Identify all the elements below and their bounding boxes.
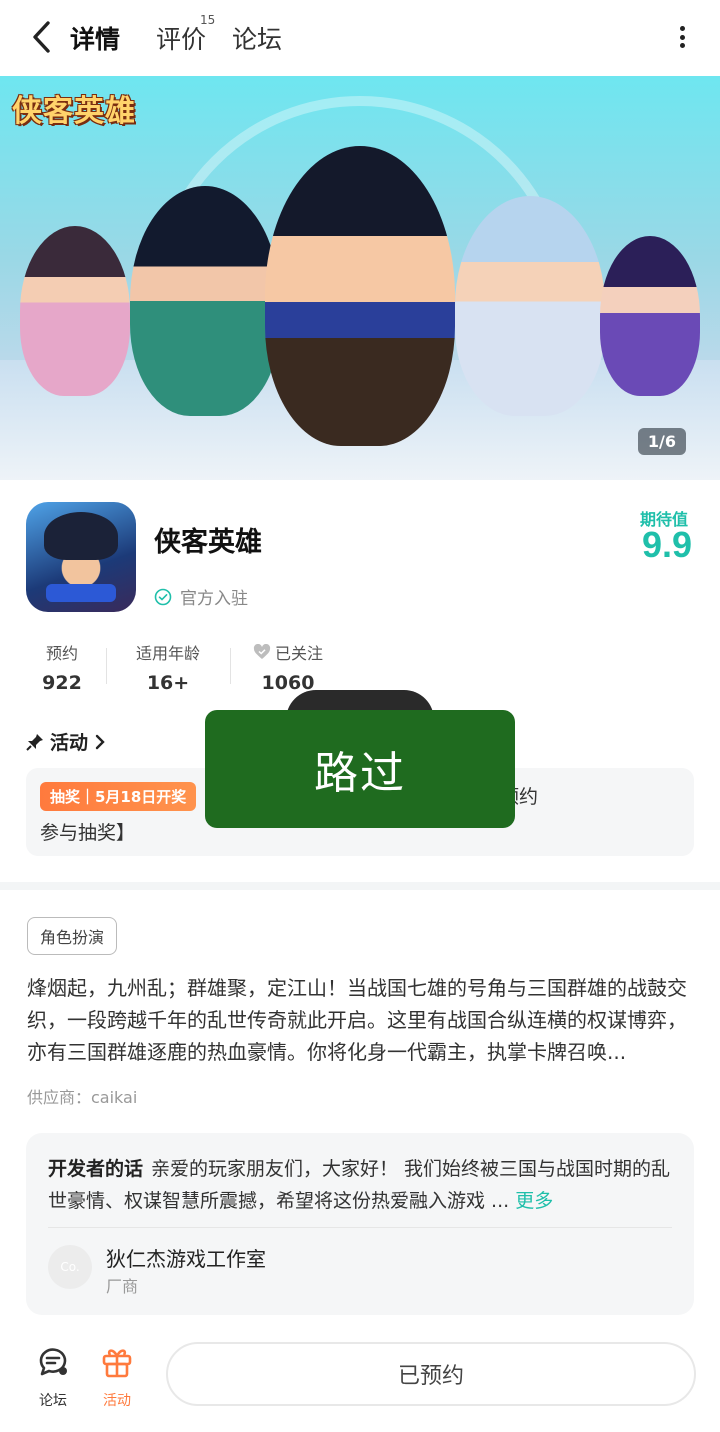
tab-forum[interactable]: 论坛: [232, 20, 282, 56]
lottery-badge: 抽奖｜5月18日开奖: [40, 782, 197, 811]
activity-section-title[interactable]: 活动: [26, 728, 106, 755]
verified-check-icon: [154, 588, 172, 605]
more-link[interactable]: 更多: [515, 1190, 553, 1212]
more-options-icon[interactable]: [672, 22, 692, 52]
stat-label: 适用年龄: [135, 644, 200, 663]
tab-reviews-label: 评价: [156, 25, 207, 54]
genre-tag[interactable]: 角色扮演: [27, 917, 118, 955]
hero-character-2: [130, 186, 280, 416]
developer-role: 厂商: [106, 1277, 139, 1296]
stat-reservations: 预约 922: [28, 640, 96, 694]
stat-divider: [106, 648, 107, 684]
game-logo-text: 侠客英雄: [12, 94, 136, 129]
activity-title-label: 活动: [50, 732, 89, 754]
toast-message: 路过: [205, 710, 515, 828]
bottom-forum-button[interactable]: 论坛: [28, 1344, 78, 1410]
official-label: 官方入驻: [180, 589, 248, 609]
tab-details-label: 详情: [70, 25, 121, 54]
bottom-activity-button[interactable]: 活动: [92, 1344, 142, 1410]
reserved-button[interactable]: 已预约: [166, 1342, 696, 1406]
chevron-right-icon: [95, 734, 105, 749]
app-icon: [26, 502, 136, 612]
supplier-info: 供应商：caikai: [27, 1088, 138, 1107]
tab-details[interactable]: 详情: [68, 20, 123, 56]
reviews-count-badge: 15: [200, 13, 216, 27]
top-nav-bar: 详情 评价 15 论坛: [0, 0, 720, 76]
gift-icon: [102, 1349, 132, 1378]
bottom-activity-label: 活动: [103, 1393, 131, 1409]
stat-label: 已关注: [274, 644, 323, 663]
forum-chat-icon: [39, 1348, 67, 1376]
official-badge: 官方入驻: [154, 584, 248, 609]
stat-value: 16+: [146, 672, 190, 694]
stat-label: 预约: [45, 644, 78, 663]
tab-forum-label: 论坛: [232, 25, 283, 54]
screenshot-carousel[interactable]: 侠客英雄 1/6: [0, 76, 720, 480]
back-arrow-icon[interactable]: [26, 18, 56, 56]
app-name: 侠客英雄: [154, 527, 262, 558]
game-description[interactable]: 烽烟起，九州乱；群雄聚，定江山！当战国七雄的号角与三国群雄的战鼓交织，一段跨越千…: [27, 972, 693, 1068]
bottom-forum-label: 论坛: [39, 1393, 67, 1409]
tab-reviews[interactable]: 评价 15: [156, 13, 215, 56]
stat-followers[interactable]: 已关注 1060: [246, 640, 330, 694]
expectation-score: 9.9: [641, 524, 692, 565]
stat-value: 922: [42, 672, 82, 694]
developer-divider: [48, 1227, 672, 1228]
heart-icon: [253, 644, 271, 659]
developer-avatar[interactable]: Co.: [48, 1245, 92, 1289]
section-divider: [0, 882, 720, 890]
stat-divider: [230, 648, 231, 684]
carousel-counter: 1/6: [637, 428, 686, 455]
stat-age-rating: 适用年龄 16+: [126, 640, 210, 694]
developer-name[interactable]: 狄仁杰游戏工作室: [106, 1243, 266, 1272]
bottom-action-bar: 论坛 活动 已预约: [0, 1330, 720, 1432]
hero-character-1: [20, 226, 130, 396]
developer-note-heading: 开发者的话: [48, 1158, 144, 1180]
developer-card[interactable]: 开发者的话 亲爱的玩家朋友们，大家好！ 我们始终被三国与战国时期的乱世豪情、权谋智…: [26, 1133, 694, 1315]
activity-text-line2: 参与抽奖】: [40, 822, 136, 844]
hero-character-3: [265, 146, 455, 446]
hero-character-5: [600, 236, 700, 396]
pin-icon: [26, 733, 43, 751]
developer-note: 开发者的话 亲爱的玩家朋友们，大家好！ 我们始终被三国与战国时期的乱世豪情、权谋智…: [48, 1153, 674, 1217]
hero-character-4: [455, 196, 605, 416]
